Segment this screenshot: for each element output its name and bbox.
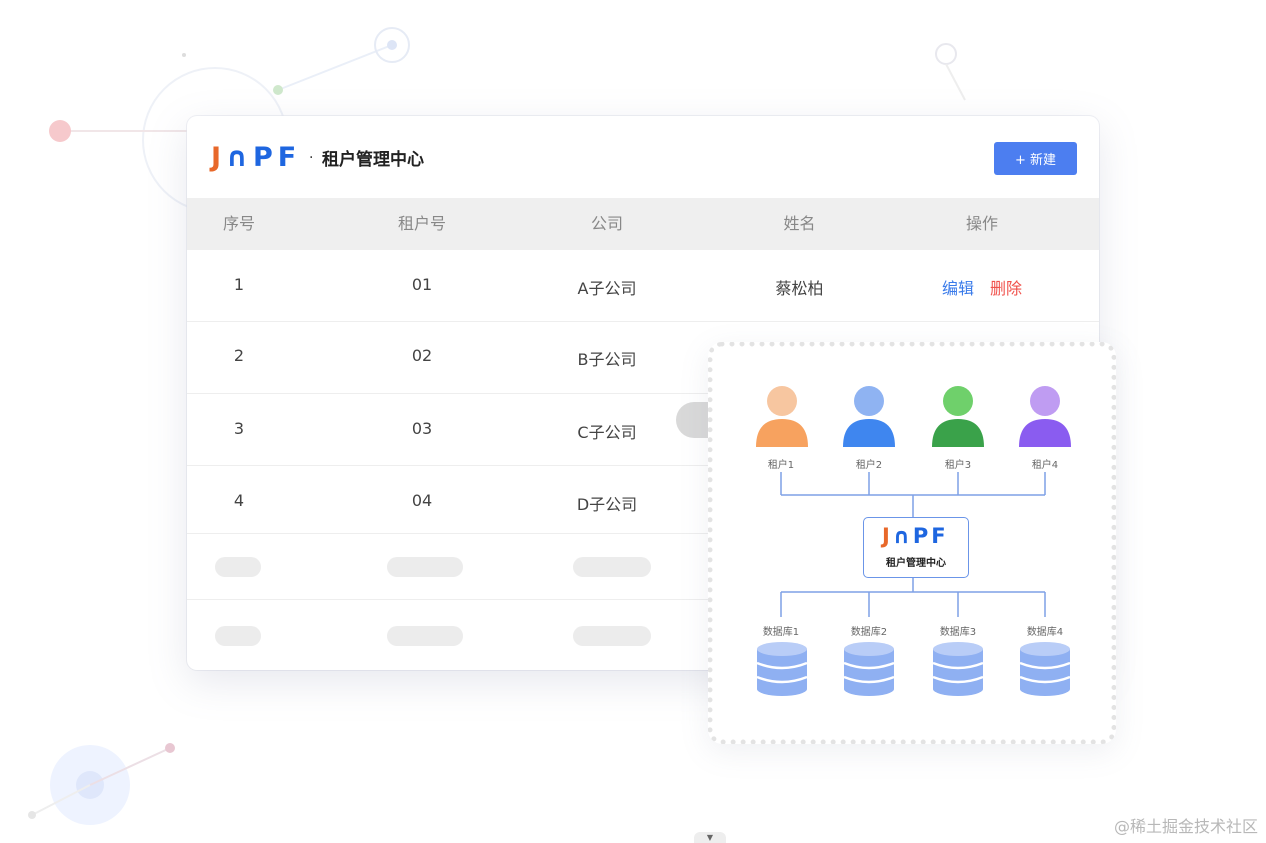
title-separator: · xyxy=(309,150,314,166)
column-header-name: 姓名 xyxy=(783,214,816,233)
edit-link[interactable]: 编辑 xyxy=(942,279,974,298)
logo-letter-n: ∩ xyxy=(892,524,913,548)
person-icon xyxy=(932,386,984,447)
table-row: 1 01 A子公司 蔡松柏 编辑 删除 xyxy=(187,250,1099,322)
person-icon xyxy=(843,386,895,447)
database-icon xyxy=(1019,642,1071,696)
tenant-center-box: J∩PF 租户管理中心 xyxy=(863,517,969,578)
database-label: 数据库2 xyxy=(850,627,888,638)
database-label: 数据库3 xyxy=(939,627,977,638)
caret-down-icon[interactable]: ▼ xyxy=(694,832,726,843)
skeleton-placeholder xyxy=(215,626,261,646)
cell-index: 3 xyxy=(233,419,245,438)
cell-tenant: 03 xyxy=(411,419,433,438)
logo-letter-p: P xyxy=(252,142,278,173)
jnpf-logo: J ∩ P F xyxy=(211,142,301,174)
jnpf-logo-small: J∩PF xyxy=(882,524,949,548)
logo-letter-j: J xyxy=(882,524,893,548)
logo-letter-f: F xyxy=(277,142,302,173)
table-header: 序号 租户号 公司 姓名 操作 xyxy=(187,198,1099,250)
cell-tenant: 04 xyxy=(411,491,433,510)
cell-name: 蔡松柏 xyxy=(775,279,824,298)
cell-company: D子公司 xyxy=(576,495,638,514)
center-title: 租户管理中心 xyxy=(886,558,946,569)
database-label: 数据库1 xyxy=(762,627,800,638)
person-icon xyxy=(756,386,808,447)
tenant-label: 租户4 xyxy=(1031,460,1059,471)
database-icon xyxy=(756,642,808,696)
person-icon xyxy=(1019,386,1071,447)
cell-company: C子公司 xyxy=(577,423,637,442)
watermark: @稀土掘金技术社区 xyxy=(1113,817,1258,836)
logo-letter-j: J xyxy=(211,142,227,173)
tenant-label: 租户1 xyxy=(767,460,795,471)
database-label: 数据库4 xyxy=(1026,627,1064,638)
column-header-index: 序号 xyxy=(222,214,255,233)
tenant-label: 租户3 xyxy=(944,460,972,471)
cell-company: B子公司 xyxy=(577,350,637,369)
cell-index: 2 xyxy=(233,346,245,365)
skeleton-placeholder xyxy=(215,557,261,577)
skeleton-placeholder xyxy=(573,626,651,646)
skeleton-placeholder xyxy=(573,557,651,577)
skeleton-placeholder xyxy=(387,626,463,646)
cell-company: A子公司 xyxy=(577,279,637,298)
logo-letter-f: F xyxy=(931,524,949,548)
column-header-actions: 操作 xyxy=(965,214,998,233)
page-title: 租户管理中心 xyxy=(322,150,424,170)
tenant-label: 租户2 xyxy=(855,460,883,471)
column-header-tenant: 租户号 xyxy=(397,214,446,233)
skeleton-placeholder xyxy=(387,557,463,577)
logo-letter-p: P xyxy=(912,524,932,548)
cell-actions: 编辑 删除 xyxy=(927,275,1037,299)
new-tenant-button[interactable]: + 新建 xyxy=(994,142,1077,175)
delete-link[interactable]: 删除 xyxy=(990,279,1022,298)
card-header: J ∩ P F · 租户管理中心 + 新建 xyxy=(187,116,1099,198)
cell-tenant: 02 xyxy=(411,346,433,365)
database-icon xyxy=(932,642,984,696)
cell-index: 4 xyxy=(233,491,245,510)
cell-index: 1 xyxy=(233,275,245,294)
cell-tenant: 01 xyxy=(411,275,433,294)
column-header-company: 公司 xyxy=(590,214,623,233)
logo-letter-n: ∩ xyxy=(226,142,253,173)
database-icon xyxy=(843,642,895,696)
architecture-diagram: 租户1 租户2 租户3 租户4 J∩PF 租户管理中心 数据库1 数据库2 数据… xyxy=(708,342,1116,744)
